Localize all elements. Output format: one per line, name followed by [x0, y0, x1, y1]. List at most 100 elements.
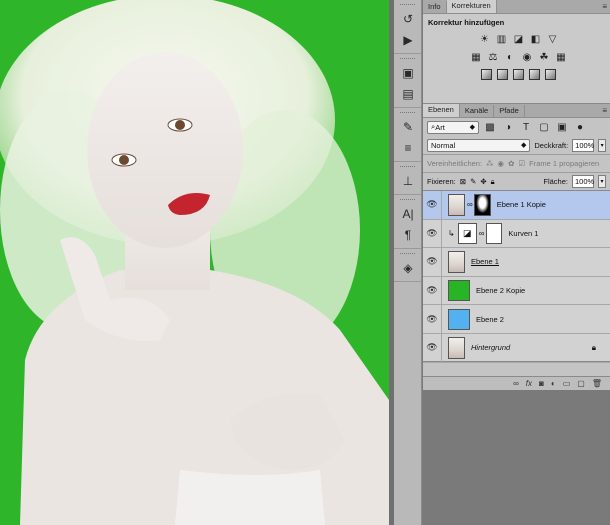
- filter-toggle-icon[interactable]: ●: [573, 120, 587, 134]
- paragraph-icon[interactable]: ¶: [394, 224, 422, 245]
- panel-menu-icon[interactable]: ≡: [602, 106, 607, 115]
- filter-adjust-icon[interactable]: ◑: [501, 120, 515, 134]
- layer-thumbnail: [448, 250, 465, 273]
- document-canvas[interactable]: [0, 0, 389, 525]
- clone-source-icon[interactable]: ⊥: [394, 170, 422, 191]
- add-mask-icon[interactable]: ◙: [539, 379, 544, 388]
- photo-filter-icon[interactable]: ◉: [520, 50, 534, 64]
- layer-row-ebene-1-kopie[interactable]: 👁︎ ∞ Ebene 1 Kopie: [423, 191, 610, 220]
- blend-mode-value: Normal: [431, 140, 456, 150]
- opacity-dropdown[interactable]: ▾: [598, 138, 606, 152]
- brush-icon[interactable]: ✎: [394, 116, 422, 137]
- channel-mixer-icon[interactable]: ☘: [537, 50, 551, 64]
- color-balance-icon[interactable]: ⚖: [486, 50, 500, 64]
- link-icon[interactable]: ∞: [467, 200, 473, 209]
- history-icon[interactable]: ↺: [394, 8, 422, 29]
- eye-icon[interactable]: 👁︎: [423, 199, 441, 210]
- character-icon[interactable]: A|: [394, 203, 422, 224]
- unify-position-icon[interactable]: ⁂: [486, 159, 494, 168]
- black-white-icon[interactable]: ◐: [503, 50, 517, 64]
- fill-dropdown[interactable]: ▾: [598, 175, 606, 188]
- lock-transparent-icon[interactable]: ⊠: [460, 177, 466, 186]
- levels-icon[interactable]: ▥: [495, 32, 509, 46]
- layer-thumbnail: [448, 308, 470, 330]
- timeline-icon[interactable]: ▤: [394, 83, 422, 104]
- layer-mask-thumbnail[interactable]: [486, 222, 503, 244]
- korrekturen-tabs: Info Korrekturen ≡: [423, 0, 610, 14]
- layer-name: Kurven 1: [508, 228, 539, 238]
- layer-row-hintergrund[interactable]: 👁︎ Hintergrund 🔒︎: [423, 333, 610, 363]
- delete-layer-icon[interactable]: 🗑︎: [592, 379, 602, 388]
- opacity-label: Deckkraft:: [534, 140, 569, 150]
- eye-icon[interactable]: 👁︎: [423, 342, 441, 353]
- layer-comps-icon[interactable]: ▣: [394, 62, 422, 83]
- lock-all-icon[interactable]: 🔒︎: [491, 177, 495, 187]
- propagate-checkbox[interactable]: ☑: [518, 159, 525, 168]
- lock-label: Fixieren:: [427, 177, 456, 186]
- layer-mask-thumbnail[interactable]: [473, 193, 491, 216]
- actions-play-icon[interactable]: ▶: [394, 29, 422, 50]
- filter-type-icon[interactable]: T: [519, 120, 533, 134]
- selective-color-icon[interactable]: [545, 69, 556, 80]
- layer-thumbnail: [448, 193, 465, 216]
- blend-mode-select[interactable]: Normal ◆: [427, 138, 531, 152]
- layer-name: Ebene 1 Kopie: [496, 200, 546, 210]
- filter-pixel-icon[interactable]: ▩: [483, 120, 497, 134]
- layer-row-kurven-1[interactable]: 👁︎ ↳ ◪ ∞ Kurven 1: [423, 219, 610, 249]
- adjust-row-3: [423, 66, 610, 83]
- curves-icon[interactable]: ◪: [512, 32, 526, 46]
- fx-icon[interactable]: fx: [526, 379, 532, 388]
- invert-icon[interactable]: [481, 69, 492, 80]
- panel-dock: Info Korrekturen ≡ Korrektur hinzufügen …: [423, 0, 610, 390]
- hue-saturation-icon[interactable]: ▦: [469, 50, 483, 64]
- eye-icon[interactable]: 👁︎: [423, 228, 441, 239]
- filter-smart-icon[interactable]: ▣: [555, 120, 569, 134]
- layers-footer: ∞ fx ◙ ◐ ▭ ▢ 🗑︎: [423, 376, 610, 390]
- threshold-icon[interactable]: [513, 69, 524, 80]
- tab-info[interactable]: Info: [423, 1, 447, 13]
- layer-name: Ebene 2 Kopie: [476, 286, 526, 296]
- exposure-icon[interactable]: ◧: [529, 32, 543, 46]
- unify-style-icon[interactable]: ✿: [508, 159, 514, 168]
- layer-thumbnail: [448, 280, 470, 302]
- opacity-input[interactable]: 100%: [572, 138, 594, 152]
- fill-input[interactable]: 100%: [572, 175, 594, 188]
- brush-presets-icon[interactable]: ≡: [394, 137, 422, 158]
- layer-row-ebene-2-kopie[interactable]: 👁︎ Ebene 2 Kopie: [423, 276, 610, 306]
- filter-shape-icon[interactable]: ▢: [537, 120, 551, 134]
- lock-pixels-icon[interactable]: ✎: [470, 177, 476, 186]
- adjust-row-2: ▦ ⚖ ◐ ◉ ☘ ▦: [423, 48, 610, 66]
- korrektur-title: Korrektur hinzufügen: [428, 18, 505, 27]
- eye-icon[interactable]: 👁︎: [423, 285, 441, 296]
- panel-menu-icon[interactable]: ≡: [602, 2, 607, 11]
- vibrance-icon[interactable]: ▽: [546, 32, 560, 46]
- eye-icon[interactable]: 👁︎: [423, 314, 441, 325]
- new-layer-icon[interactable]: ▢: [577, 379, 585, 388]
- layer-row-ebene-2[interactable]: 👁︎ Ebene 2: [423, 305, 610, 334]
- 3d-icon[interactable]: ◈: [394, 257, 422, 278]
- lock-icon: 🔒︎: [591, 342, 596, 352]
- eye-icon[interactable]: 👁︎: [423, 256, 441, 267]
- tab-kanaele[interactable]: Kanäle: [460, 105, 495, 117]
- filter-kind-select[interactable]: ⌕ Art ◆: [427, 120, 479, 134]
- link-icon[interactable]: ∞: [479, 229, 485, 238]
- link-layers-icon[interactable]: ∞: [513, 379, 519, 388]
- tab-pfade[interactable]: Pfade: [494, 105, 525, 117]
- new-group-icon[interactable]: ▭: [563, 379, 571, 388]
- filter-row: ⌕ Art ◆ ▩ ◑ T ▢ ▣ ●: [423, 118, 610, 136]
- lock-position-icon[interactable]: ✥: [480, 177, 486, 186]
- tab-korrekturen[interactable]: Korrekturen: [446, 0, 497, 13]
- layer-name: Hintergrund: [471, 343, 511, 353]
- new-adjustment-icon[interactable]: ◐: [551, 379, 556, 388]
- fill-label: Fläche:: [543, 177, 568, 186]
- layer-row-ebene-1[interactable]: 👁︎ Ebene 1: [423, 248, 610, 277]
- ebenen-panel: ⌕ Art ◆ ▩ ◑ T ▢ ▣ ● Normal ◆ Deckkraft: …: [423, 118, 610, 390]
- clipping-arrow-icon: ↳: [448, 228, 455, 238]
- curves-adjustment-icon: ◪: [457, 222, 477, 244]
- posterize-icon[interactable]: [497, 69, 508, 80]
- unify-visibility-icon[interactable]: ◉: [498, 159, 505, 168]
- tab-ebenen[interactable]: Ebenen: [423, 104, 460, 117]
- brightness-icon[interactable]: ☀: [478, 32, 492, 46]
- color-lookup-icon[interactable]: ▦: [554, 50, 568, 64]
- gradient-map-icon[interactable]: [529, 69, 540, 80]
